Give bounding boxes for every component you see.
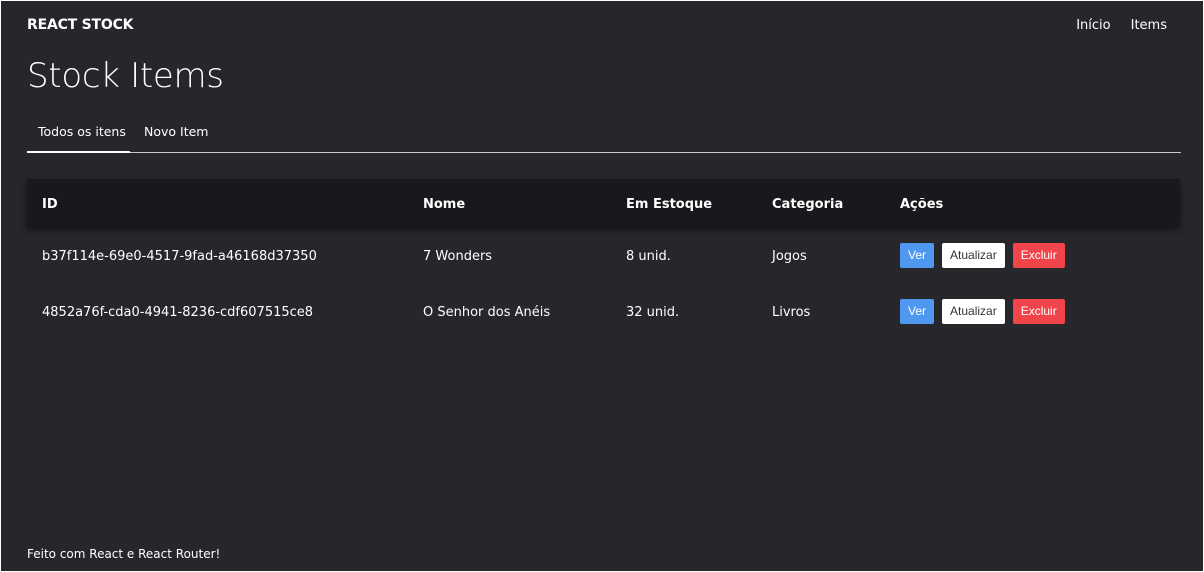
cell-stock: 8 unid.: [626, 249, 671, 264]
row-actions: Ver Atualizar Excluir: [900, 243, 1065, 268]
cell-name: 7 Wonders: [423, 249, 493, 264]
table-row: 4852a76f-cda0-4941-8236-cdf607515ce8 O S…: [27, 290, 1180, 334]
nav-link-inicio[interactable]: Início: [1076, 18, 1110, 33]
column-header-actions: Ações: [900, 197, 944, 212]
brand-logo[interactable]: REACT STOCK: [27, 17, 134, 33]
table-header: ID Nome Em Estoque Categoria Ações: [27, 179, 1180, 227]
app-container: REACT STOCK Início Items Stock Items Tod…: [1, 1, 1203, 571]
cell-category: Jogos: [772, 249, 807, 264]
table-row: b37f114e-69e0-4517-9fad-a46168d37350 7 W…: [27, 234, 1180, 278]
view-button[interactable]: Ver: [900, 243, 935, 268]
cell-id: 4852a76f-cda0-4941-8236-cdf607515ce8: [42, 305, 314, 320]
update-button[interactable]: Atualizar: [942, 243, 1005, 268]
nav-link-items[interactable]: Items: [1131, 18, 1167, 33]
tab-bar: Todos os itens Novo Item: [27, 113, 1181, 153]
cell-category: Livros: [772, 305, 811, 320]
update-button[interactable]: Atualizar: [942, 299, 1005, 324]
view-button[interactable]: Ver: [900, 299, 935, 324]
page-title: Stock Items: [27, 56, 224, 96]
row-actions: Ver Atualizar Excluir: [900, 299, 1065, 324]
column-header-id: ID: [42, 197, 58, 212]
active-tab-indicator: [27, 151, 130, 153]
tab-new-item[interactable]: Novo Item: [144, 124, 208, 139]
column-header-stock: Em Estoque: [626, 197, 713, 212]
column-header-name: Nome: [423, 197, 466, 212]
delete-button[interactable]: Excluir: [1012, 299, 1065, 324]
top-nav: Início Items: [1076, 18, 1167, 33]
footer-text: Feito com React e React Router!: [27, 547, 221, 561]
delete-button[interactable]: Excluir: [1012, 243, 1065, 268]
cell-stock: 32 unid.: [626, 305, 680, 320]
cell-name: O Senhor dos Anéis: [423, 305, 551, 320]
tab-all-items[interactable]: Todos os itens: [38, 124, 126, 139]
cell-id: b37f114e-69e0-4517-9fad-a46168d37350: [42, 249, 317, 264]
column-header-category: Categoria: [772, 197, 844, 212]
